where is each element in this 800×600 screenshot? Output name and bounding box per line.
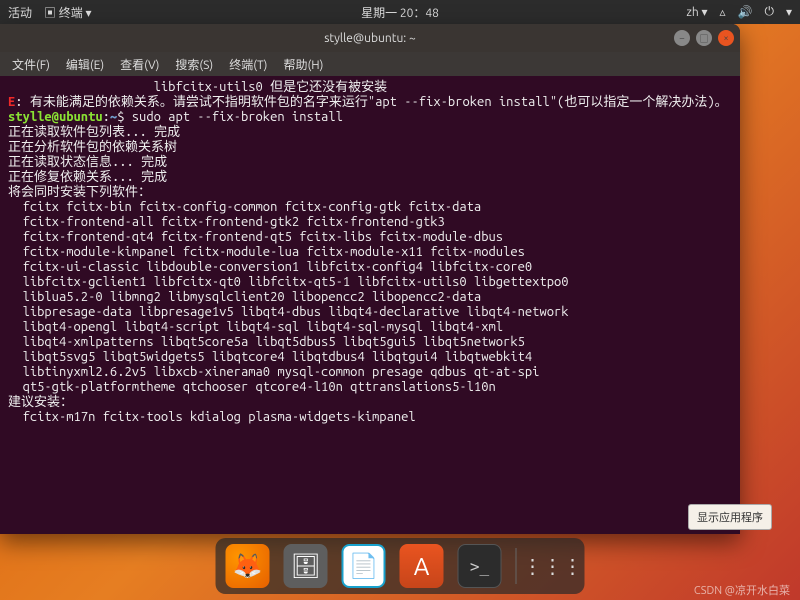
output-line: qt5-gtk-platformtheme qtchooser qtcore4-… — [8, 380, 732, 395]
terminal-output[interactable]: libfcitx-utils0 但是它还没有被安装 E: 有未能满足的依赖关系。… — [0, 76, 740, 534]
dock-terminal-icon[interactable] — [458, 544, 502, 588]
output-line: 正在读取软件包列表... 完成 — [8, 125, 732, 140]
output-line: libfcitx-utils0 但是它还没有被安装 — [8, 80, 732, 95]
output-line: fcitx-ui-classic libdouble-conversion1 l… — [8, 260, 732, 275]
menu-file[interactable]: 文件(F) — [6, 54, 56, 75]
watermark: CSDN @凉开水白菜 — [694, 582, 790, 598]
maximize-button[interactable]: □ — [696, 30, 712, 46]
network-icon[interactable]: ▵ — [719, 5, 725, 19]
dock: 🦊 🗄 📄 A ⋮⋮⋮ — [216, 538, 585, 594]
menu-help[interactable]: 帮助(H) — [277, 54, 329, 75]
prompt-line: stylle@ubuntu:~$ sudo apt --fix-broken i… — [8, 110, 732, 125]
output-line: 正在修复依赖关系... 完成 — [8, 170, 732, 185]
output-line: libqt4-opengl libqt4-script libqt4-sql l… — [8, 320, 732, 335]
power-icon[interactable]: ⏻ — [764, 5, 774, 19]
gnome-topbar: 活动 ▣ 终端 ▾ 星期一 20：48 zh ▾ ▵ 🔊 ⏻ ▾ — [0, 0, 800, 24]
minimize-button[interactable]: – — [674, 30, 690, 46]
output-line: libqt5svg5 libqt5widgets5 libqtcore4 lib… — [8, 350, 732, 365]
output-line: fcitx-module-kimpanel fcitx-module-lua f… — [8, 245, 732, 260]
output-line: libpresage-data libpresage1v5 libqt4-dbu… — [8, 305, 732, 320]
output-line: 正在读取状态信息... 完成 — [8, 155, 732, 170]
output-line: fcitx-m17n fcitx-tools kdialog plasma-wi… — [8, 410, 732, 425]
output-line: liblua5.2-0 libmng2 libmysqlclient20 lib… — [8, 290, 732, 305]
output-line: fcitx-frontend-all fcitx-frontend-gtk2 f… — [8, 215, 732, 230]
menubar: 文件(F) 编辑(E) 查看(V) 搜索(S) 终端(T) 帮助(H) — [0, 52, 740, 76]
dock-show-apps-icon[interactable]: ⋮⋮⋮ — [531, 544, 575, 588]
output-line: libqt4-xmlpatterns libqt5core5a libqt5db… — [8, 335, 732, 350]
output-line: E: 有未能满足的依赖关系。请尝试不指明软件包的名字来运行"apt --fix-… — [8, 95, 732, 110]
tooltip: 显示应用程序 — [688, 504, 772, 530]
output-line: 建议安装： — [8, 395, 732, 410]
close-button[interactable]: × — [718, 30, 734, 46]
output-line: 将会同时安装下列软件： — [8, 185, 732, 200]
output-line: libtinyxml2.6.2v5 libxcb-xinerama0 mysql… — [8, 365, 732, 380]
dock-writer-icon[interactable]: 📄 — [342, 544, 386, 588]
output-line: fcitx fcitx-bin fcitx-config-common fcit… — [8, 200, 732, 215]
window-title: stylle@ubuntu: ~ — [324, 32, 416, 45]
menu-search[interactable]: 搜索(S) — [169, 54, 219, 75]
output-line: fcitx-frontend-qt4 fcitx-frontend-qt5 fc… — [8, 230, 732, 245]
clock[interactable]: 星期一 20：48 — [361, 4, 439, 21]
app-indicator[interactable]: ▣ 终端 ▾ — [44, 4, 92, 21]
input-method[interactable]: zh ▾ — [686, 5, 707, 19]
system-menu-caret[interactable]: ▾ — [786, 5, 792, 19]
window-titlebar[interactable]: stylle@ubuntu: ~ – □ × — [0, 24, 740, 52]
output-line: 正在分析软件包的依赖关系树 — [8, 140, 732, 155]
dock-files-icon[interactable]: 🗄 — [284, 544, 328, 588]
menu-edit[interactable]: 编辑(E) — [60, 54, 110, 75]
dock-software-icon[interactable]: A — [400, 544, 444, 588]
volume-icon[interactable]: 🔊 — [738, 5, 753, 19]
activities-button[interactable]: 活动 — [8, 4, 32, 21]
menu-terminal[interactable]: 终端(T) — [223, 54, 273, 75]
output-line: libfcitx-gclient1 libfcitx-qt0 libfcitx-… — [8, 275, 732, 290]
dock-firefox-icon[interactable]: 🦊 — [226, 544, 270, 588]
menu-view[interactable]: 查看(V) — [114, 54, 165, 75]
terminal-window: stylle@ubuntu: ~ – □ × 文件(F) 编辑(E) 查看(V)… — [0, 24, 740, 534]
dock-divider — [516, 548, 517, 584]
